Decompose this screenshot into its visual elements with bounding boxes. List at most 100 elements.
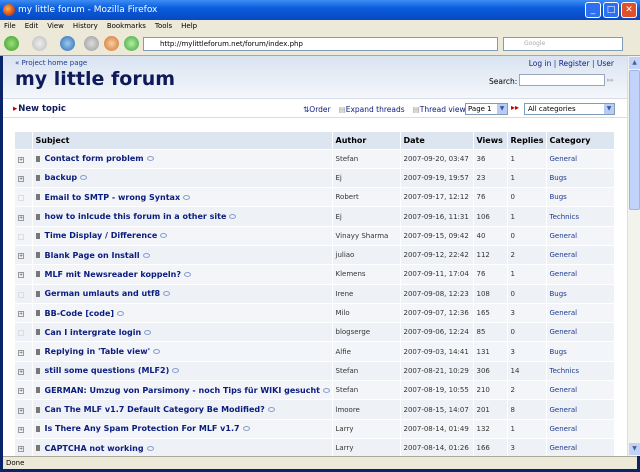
thread-link[interactable]: CAPTCHA not working bbox=[45, 444, 144, 453]
back-icon[interactable] bbox=[4, 36, 19, 51]
thread-link[interactable]: German umlauts and utf8 bbox=[45, 289, 161, 298]
category-link[interactable]: General bbox=[546, 148, 615, 169]
stop-icon[interactable] bbox=[84, 36, 99, 51]
category-link[interactable]: General bbox=[546, 380, 615, 400]
menu-edit[interactable]: Edit bbox=[25, 20, 39, 32]
category-link[interactable]: General bbox=[546, 302, 615, 323]
expand-icon[interactable]: + bbox=[18, 368, 24, 375]
expand-icon[interactable]: + bbox=[18, 311, 24, 318]
table-row: + Time Display / Difference Vinayy Sharma2… bbox=[15, 225, 615, 246]
expand-icon[interactable]: + bbox=[18, 175, 24, 182]
speech-bubble-icon bbox=[117, 310, 125, 316]
thread-link[interactable]: GERMAN: Umzug von Parsimony - noch Tips … bbox=[45, 386, 320, 395]
speech-bubble-icon bbox=[80, 175, 88, 181]
url-bar[interactable]: http://mylittleforum.net/forum/index.php bbox=[143, 37, 498, 51]
category-link[interactable]: Bugs bbox=[546, 283, 615, 304]
forward-icon[interactable] bbox=[32, 36, 47, 51]
menu-view[interactable]: View bbox=[47, 20, 64, 32]
menu-history[interactable]: History bbox=[73, 20, 98, 32]
thread-link[interactable]: Is There Any Spam Protection For MLF v1.… bbox=[45, 424, 240, 433]
new-topic-link[interactable]: New topic bbox=[13, 104, 66, 114]
search-input[interactable] bbox=[519, 74, 605, 86]
page-select[interactable]: Page 1 ▼ bbox=[465, 103, 508, 115]
category-link[interactable]: General bbox=[546, 399, 615, 420]
category-link[interactable]: General bbox=[546, 437, 615, 456]
thread-view-link[interactable]: ▤Thread view bbox=[413, 105, 466, 114]
thread-link[interactable]: still some questions (MLF2) bbox=[45, 366, 170, 375]
views-cell: 108 bbox=[473, 283, 508, 304]
home-icon[interactable] bbox=[104, 36, 119, 51]
expand-icon[interactable]: + bbox=[18, 272, 24, 279]
category-link[interactable]: General bbox=[546, 244, 615, 265]
add-icon[interactable] bbox=[124, 36, 139, 51]
table-row: + Can I intergrate login blogserge2007-09-… bbox=[15, 322, 615, 342]
project-home-link[interactable]: « Project home page bbox=[15, 59, 87, 67]
category-link[interactable]: General bbox=[546, 264, 615, 285]
expand-icon[interactable]: + bbox=[18, 156, 24, 163]
menu-tools[interactable]: Tools bbox=[155, 20, 172, 32]
expand-icon[interactable]: + bbox=[18, 426, 24, 433]
thread-link[interactable]: Can I intergrate login bbox=[45, 328, 142, 337]
category-link[interactable]: General bbox=[546, 225, 615, 246]
expand-threads-link[interactable]: ▤Expand threads bbox=[339, 105, 405, 114]
expand-icon[interactable]: + bbox=[18, 349, 24, 356]
thread-link[interactable]: backup bbox=[45, 173, 78, 182]
reload-icon[interactable] bbox=[60, 36, 75, 51]
register-link[interactable]: Register bbox=[559, 59, 590, 68]
views-cell: 201 bbox=[473, 399, 508, 420]
expand-icon[interactable]: + bbox=[18, 446, 24, 453]
scroll-thumb[interactable] bbox=[629, 70, 640, 210]
vertical-scrollbar[interactable]: ▲ ▼ bbox=[627, 56, 640, 456]
category-link[interactable]: Bugs bbox=[546, 341, 615, 362]
menu-file[interactable]: File bbox=[4, 20, 16, 32]
date-cell: 2007-08-19, 10:55 bbox=[400, 380, 474, 400]
thread-link[interactable]: MLF mit Newsreader koppeln? bbox=[45, 270, 181, 279]
search-engine-input[interactable]: Google bbox=[503, 37, 623, 51]
login-link[interactable]: Log in bbox=[529, 59, 552, 68]
thread-icon bbox=[35, 174, 40, 181]
thread-link[interactable]: Blank Page on Install bbox=[45, 251, 140, 260]
category-link[interactable]: Technics bbox=[546, 206, 615, 227]
scroll-up-icon[interactable]: ▲ bbox=[629, 57, 640, 69]
user-link[interactable]: User bbox=[597, 59, 614, 68]
category-select[interactable]: All categories ▼ bbox=[524, 103, 615, 115]
views-cell: 76 bbox=[473, 187, 508, 207]
author-cell: blogserge bbox=[332, 322, 401, 342]
thread-link[interactable]: Time Display / Difference bbox=[45, 231, 158, 240]
expand-cell: + bbox=[15, 399, 33, 420]
col-date: Date bbox=[400, 132, 474, 149]
category-link[interactable]: General bbox=[546, 418, 615, 439]
subject-cell: GERMAN: Umzug von Parsimony - noch Tips … bbox=[32, 380, 333, 400]
thread-link[interactable]: Contact form problem bbox=[45, 154, 144, 163]
author-cell: Stefan bbox=[332, 360, 401, 381]
expand-cell: + bbox=[15, 225, 33, 246]
thread-link[interactable]: BB-Code [code] bbox=[45, 309, 115, 318]
thread-link[interactable]: Email to SMTP - wrong Syntax bbox=[45, 193, 181, 202]
thread-link[interactable]: Can The MLF v1.7 Default Category Be Mod… bbox=[45, 405, 265, 414]
category-link[interactable]: Bugs bbox=[546, 187, 615, 207]
next-page-icon[interactable]: ▸▸ bbox=[511, 103, 519, 112]
maximize-button[interactable]: □ bbox=[603, 2, 619, 18]
category-link[interactable]: General bbox=[546, 322, 615, 342]
expand-icon[interactable]: + bbox=[18, 253, 24, 260]
order-link[interactable]: ⇅Order bbox=[303, 105, 331, 114]
expand-icon[interactable]: + bbox=[18, 407, 24, 414]
replies-cell: 2 bbox=[507, 244, 547, 265]
thread-icon bbox=[35, 425, 40, 432]
scroll-down-icon[interactable]: ▼ bbox=[629, 443, 640, 455]
menu-bookmarks[interactable]: Bookmarks bbox=[107, 20, 146, 32]
views-cell: 36 bbox=[473, 148, 508, 169]
menu-help[interactable]: Help bbox=[181, 20, 197, 32]
speech-bubble-icon bbox=[160, 233, 168, 239]
search-submit-icon[interactable]: ▸▸ bbox=[607, 76, 614, 84]
speech-bubble-icon bbox=[144, 329, 152, 335]
category-link[interactable]: Technics bbox=[546, 360, 615, 381]
thread-link[interactable]: Replying in 'Table view' bbox=[45, 347, 151, 356]
replies-cell: 1 bbox=[507, 148, 547, 169]
minimize-button[interactable]: _ bbox=[585, 2, 601, 18]
expand-icon[interactable]: + bbox=[18, 214, 24, 221]
category-link[interactable]: Bugs bbox=[546, 167, 615, 188]
close-button[interactable]: ✕ bbox=[621, 2, 637, 18]
expand-icon[interactable]: + bbox=[18, 388, 24, 395]
thread-link[interactable]: how to inlcude this forum in a other sit… bbox=[45, 212, 227, 221]
